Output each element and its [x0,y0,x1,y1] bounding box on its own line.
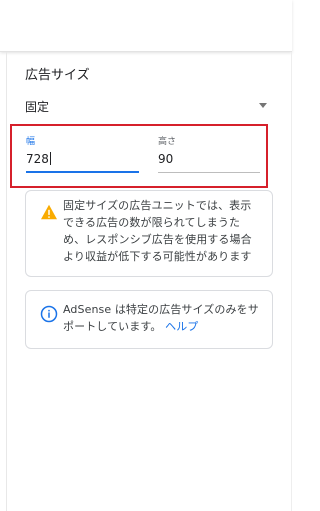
info-text: AdSense は特定の広告サイズのみをサ ポートしています。 ヘルプ [63,301,268,335]
warning-text: 固定サイズの広告ユニットでは、表示 できる広告の数が限られてしまうた め、レスポ… [63,197,268,265]
panel-right-divider [291,52,292,511]
chevron-down-icon [259,103,267,108]
warning-line: より収益が低下する可能性があります [63,250,252,263]
header-bar [0,0,292,52]
width-input[interactable]: 728 [26,152,51,166]
warning-icon [41,204,57,220]
width-value: 728 [26,152,49,166]
height-underline [158,172,260,173]
warning-line: 固定サイズの広告ユニットでは、表示 [63,199,252,212]
size-type-selected-value: 固定 [25,100,50,114]
width-label: 幅 [26,137,36,147]
size-type-select[interactable]: 固定 [25,96,271,118]
info-line-2: ポートしています。 ヘルプ [63,318,268,335]
info-line-2-text: ポートしています。 [63,320,162,333]
info-line-1: AdSense は特定の広告サイズのみをサ [63,303,259,316]
info-icon [40,305,58,323]
section-title: 広告サイズ [25,68,90,83]
panel-left-divider [6,52,7,511]
text-cursor [49,152,51,165]
height-field[interactable]: 高さ 90 [158,134,260,176]
ad-size-panel: 広告サイズ 固定 幅 728 高さ 90 固定サイズの広告ユニットでは、表示 で… [0,0,292,511]
warning-line: め、レスポンシブ広告を使用する場合 [63,233,252,246]
help-link[interactable]: ヘルプ [165,320,198,333]
width-underline [26,171,139,173]
height-label: 高さ [158,137,177,147]
height-input[interactable]: 90 [158,152,173,166]
width-field[interactable]: 幅 728 [26,134,139,176]
warning-line: できる広告の数が限られてしまうた [63,216,241,229]
info-card: AdSense は特定の広告サイズのみをサ ポートしています。 ヘルプ [25,290,273,349]
warning-card: 固定サイズの広告ユニットでは、表示 できる広告の数が限られてしまうた め、レスポ… [25,190,273,277]
